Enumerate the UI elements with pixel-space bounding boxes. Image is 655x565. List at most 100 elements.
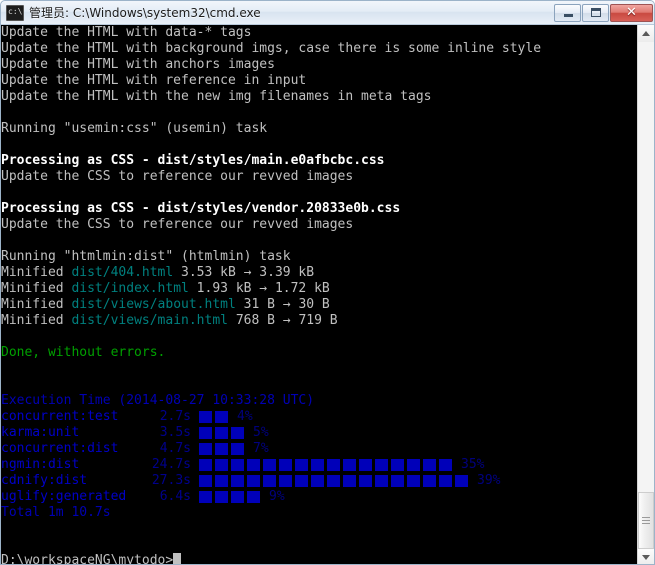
- bar-block: [231, 443, 244, 455]
- bar-block: [231, 427, 244, 439]
- execution-time-row: concurrent:test2.7s4%: [1, 409, 541, 425]
- terminal-text-segment: dist/views/about.html: [71, 297, 235, 312]
- task-bar: [199, 443, 247, 455]
- task-name: ngmin:dist: [1, 457, 79, 473]
- cmd-window: 管理员: C:\Windows\system32\cmd.exe ✕ Updat…: [0, 0, 655, 565]
- bar-block: [423, 459, 436, 471]
- terminal-text-segment: dist/index.html: [71, 281, 188, 296]
- close-button[interactable]: ✕: [610, 4, 653, 22]
- bar-block: [215, 411, 228, 423]
- task-name: cdnify:dist: [1, 473, 87, 489]
- execution-time-row: cdnify:dist 27.3s 39%: [1, 473, 541, 489]
- maximize-icon: [591, 8, 601, 17]
- scroll-down-button[interactable]: [638, 549, 654, 565]
- terminal-text-segment: Minified: [1, 313, 71, 328]
- execution-time-row: uglify:generated6.4s9%: [1, 489, 541, 505]
- terminal-line: Update the CSS to reference our revved i…: [1, 217, 541, 233]
- terminal-line: Minified dist/views/main.html 768 B → 71…: [1, 313, 541, 329]
- bar-block: [263, 459, 276, 471]
- task-bar: [199, 411, 231, 423]
- terminal-text-segment: Running "usemin:css" (usemin) task: [1, 121, 267, 136]
- task-duration: 27.3s: [131, 473, 191, 489]
- bar-block: [343, 459, 356, 471]
- terminal-text-segment: Minified: [1, 297, 71, 312]
- terminal-text-segment: Update the HTML with anchors images: [1, 57, 275, 72]
- terminal-blank-line: [1, 537, 541, 553]
- bar-block: [375, 475, 388, 487]
- bar-block: [199, 491, 212, 503]
- terminal-line: Done, without errors.: [1, 345, 541, 361]
- bar-block: [439, 459, 452, 471]
- terminal-line: Processing as CSS - dist/styles/vendor.2…: [1, 201, 541, 217]
- terminal-blank-line: [1, 361, 541, 377]
- task-name: concurrent:test: [1, 409, 118, 425]
- bar-block: [391, 475, 404, 487]
- window-title: 管理员: C:\Windows\system32\cmd.exe: [29, 4, 553, 21]
- vertical-scrollbar[interactable]: [637, 25, 654, 565]
- bar-block: [407, 475, 420, 487]
- scrollbar-track[interactable]: [638, 42, 654, 549]
- minimize-button[interactable]: [554, 4, 581, 22]
- terminal-text-segment: Running "htmlmin:dist" (htmlmin) task: [1, 249, 291, 264]
- bar-block: [279, 475, 292, 487]
- terminal-line: [1, 137, 541, 153]
- bar-block: [199, 475, 212, 487]
- chevron-up-icon: [642, 31, 650, 36]
- grip-icon: [642, 517, 650, 524]
- terminal-line: Update the CSS to reference our revved i…: [1, 169, 541, 185]
- execution-time-header: Execution Time (2014-08-27 10:33:28 UTC): [1, 393, 541, 409]
- console-output-area[interactable]: Update the HTML with data-* tagsUpdate t…: [1, 25, 639, 565]
- bar-block: [455, 475, 468, 487]
- bar-block: [247, 459, 260, 471]
- terminal-text-segment: Minified: [1, 265, 71, 280]
- bar-block: [247, 491, 260, 503]
- terminal-text: Update the HTML with data-* tagsUpdate t…: [1, 25, 541, 565]
- prompt-path: D:\workspaceNG\mytodo>: [1, 553, 173, 565]
- scroll-up-button[interactable]: [638, 25, 654, 42]
- maximize-button[interactable]: [582, 4, 609, 22]
- task-percent: 39%: [477, 473, 500, 489]
- terminal-line: Update the HTML with background imgs, ca…: [1, 41, 541, 57]
- bar-block: [359, 459, 372, 471]
- execution-total: Total 1m 10.7s: [1, 505, 541, 521]
- terminal-text-segment: Done, without errors.: [1, 345, 165, 360]
- terminal-line: Minified dist/404.html 3.53 kB → 3.39 kB: [1, 265, 541, 281]
- bar-block: [295, 475, 308, 487]
- terminal-line: Minified dist/index.html 1.93 kB → 1.72 …: [1, 281, 541, 297]
- cmd-icon: [6, 5, 24, 21]
- title-bar[interactable]: 管理员: C:\Windows\system32\cmd.exe ✕: [1, 1, 655, 25]
- terminal-blank-line: [1, 377, 541, 393]
- terminal-text-segment: Processing as CSS - dist/styles/main.e0a…: [1, 153, 385, 168]
- terminal-text-segment: dist/404.html: [71, 265, 173, 280]
- terminal-text-segment: 31 B → 30 B: [236, 297, 330, 312]
- task-percent: 35%: [461, 457, 484, 473]
- bar-block: [407, 459, 420, 471]
- terminal-line: [1, 105, 541, 121]
- terminal-text-segment: 768 B → 719 B: [228, 313, 338, 328]
- terminal-line: Update the HTML with reference in input: [1, 73, 541, 89]
- bar-block: [311, 475, 324, 487]
- bar-block: [423, 475, 436, 487]
- terminal-text-segment: dist/views/main.html: [71, 313, 228, 328]
- bar-block: [295, 459, 308, 471]
- command-prompt-line[interactable]: D:\workspaceNG\mytodo>: [1, 553, 541, 565]
- task-duration: 6.4s: [131, 489, 191, 505]
- execution-time-row: ngmin:dist24.7s35%: [1, 457, 541, 473]
- bar-block: [439, 475, 452, 487]
- minimize-icon: [564, 14, 573, 17]
- bar-block: [263, 475, 276, 487]
- terminal-text-segment: Update the CSS to reference our revved i…: [1, 169, 353, 184]
- task-percent: 5%: [253, 425, 269, 441]
- bar-block: [215, 459, 228, 471]
- text-cursor: [173, 553, 181, 565]
- task-bar: [199, 427, 247, 439]
- bar-block: [199, 459, 212, 471]
- task-bar: [199, 459, 455, 471]
- task-bar: [199, 475, 471, 487]
- terminal-blank-line: [1, 521, 541, 537]
- terminal-text-segment: Update the HTML with the new img filenam…: [1, 89, 431, 104]
- terminal-text-segment: Minified: [1, 281, 71, 296]
- terminal-line: Update the HTML with data-* tags: [1, 25, 541, 41]
- scrollbar-thumb[interactable]: [638, 492, 654, 549]
- terminal-text-segment: 1.93 kB → 1.72 kB: [189, 281, 330, 296]
